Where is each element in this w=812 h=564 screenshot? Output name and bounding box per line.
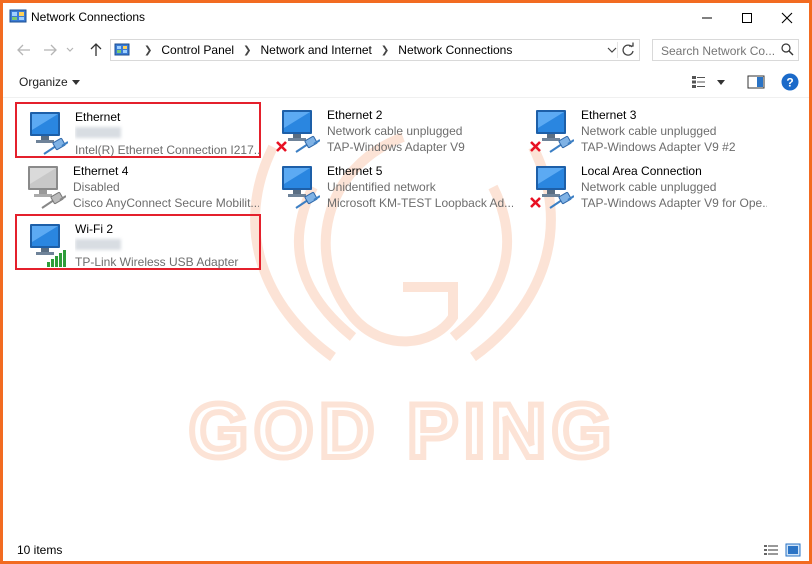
back-button[interactable]	[13, 39, 35, 61]
connection-name: Ethernet 2	[327, 108, 383, 122]
large-icons-view-icon[interactable]	[785, 543, 801, 557]
command-bar-right: ?	[691, 73, 799, 91]
network-adapter-icon	[282, 166, 320, 209]
connection-text: Wi-Fi 2 TP-Link Wireless USB Adapter	[75, 221, 261, 270]
connection-text: Ethernet 3 Network cable unplugged TAP-W…	[581, 107, 767, 155]
connection-adapter: Intel(R) Ethernet Connection I217...	[75, 143, 261, 157]
connection-adapter: TAP-Windows Adapter V9 for Ope...	[581, 196, 767, 210]
connection-item[interactable]: Ethernet 2 Network cable unplugged TAP-W…	[269, 102, 515, 158]
unplugged-x-icon	[276, 141, 287, 152]
breadcrumb-control-panel[interactable]: Control Panel	[161, 43, 234, 57]
connection-status-redacted	[75, 125, 261, 142]
title-bar: Network Connections	[3, 3, 809, 33]
caret-down-icon	[71, 79, 80, 85]
connection-name: Ethernet 3	[581, 108, 637, 122]
connection-item[interactable]: Local Area Connection Network cable unpl…	[523, 158, 769, 214]
close-button[interactable]	[769, 3, 805, 33]
help-icon[interactable]: ?	[781, 73, 799, 91]
minimize-icon	[702, 17, 712, 19]
svg-text:?: ?	[786, 76, 793, 90]
status-bar: 10 items	[3, 539, 809, 561]
connection-status: Network cable unplugged	[581, 180, 717, 194]
network-adapter-icon	[530, 166, 574, 209]
connection-status: Unidentified network	[327, 180, 436, 194]
connection-name: Wi-Fi 2	[75, 222, 113, 236]
network-connections-icon	[9, 9, 27, 23]
arrow-up-icon	[90, 43, 102, 56]
connection-status: Disabled	[73, 180, 120, 194]
chevron-down-icon	[66, 47, 74, 52]
connection-item[interactable]: Ethernet 4 Disabled Cisco AnyConnect Sec…	[15, 158, 261, 214]
connection-adapter: TP-Link Wireless USB Adapter	[75, 255, 239, 269]
watermark-text: GOD PING	[189, 389, 617, 474]
caret-down-icon[interactable]	[717, 79, 725, 85]
explorer-window: Network Connections ❯ Control Panel ❯ Ne…	[0, 0, 812, 564]
connection-adapter: Cisco AnyConnect Secure Mobilit...	[73, 196, 259, 210]
navigation-bar: ❯ Control Panel ❯ Network and Internet ❯…	[3, 35, 809, 65]
recent-locations-button[interactable]	[63, 39, 77, 61]
preview-pane-icon[interactable]	[747, 75, 765, 89]
refresh-icon[interactable]	[617, 42, 636, 58]
connection-name: Ethernet 5	[327, 164, 383, 178]
connection-text: Ethernet 5 Unidentified network Microsof…	[327, 163, 513, 211]
unplugged-x-icon	[530, 141, 541, 152]
connection-adapter: Microsoft KM-TEST Loopback Ad...	[327, 196, 513, 210]
address-bar[interactable]: ❯ Control Panel ❯ Network and Internet ❯…	[110, 39, 640, 61]
address-history-chevron-icon[interactable]	[607, 43, 617, 57]
breadcrumb-network-and-internet[interactable]: Network and Internet	[261, 43, 372, 57]
network-adapter-icon	[530, 110, 574, 153]
connection-name: Ethernet	[75, 110, 121, 124]
organize-menu-button[interactable]: Organize	[19, 75, 80, 89]
minimize-button[interactable]	[689, 3, 725, 33]
search-icon	[781, 43, 794, 56]
maximize-button[interactable]	[729, 3, 765, 33]
forward-button[interactable]	[39, 39, 61, 61]
arrow-right-icon	[44, 44, 57, 56]
connection-status: Network cable unplugged	[581, 124, 717, 138]
connection-text: Ethernet 2 Network cable unplugged TAP-W…	[327, 107, 513, 155]
connection-name: Local Area Connection	[581, 164, 702, 178]
breadcrumb-network-connections[interactable]: Network Connections	[398, 43, 512, 57]
control-panel-icon	[114, 43, 130, 56]
breadcrumb-separator-icon[interactable]: ❯	[144, 45, 152, 56]
connection-item[interactable]: Ethernet 3 Network cable unplugged TAP-W…	[523, 102, 769, 158]
connections-view[interactable]: GOD PING Ethernet Intel(R) Ethernet Conn…	[3, 99, 809, 539]
connection-name: Ethernet 4	[73, 164, 129, 178]
connection-adapter: TAP-Windows Adapter V9	[327, 140, 465, 154]
organize-label: Organize	[19, 75, 68, 89]
search-box[interactable]	[652, 39, 799, 61]
breadcrumb-separator-icon[interactable]: ❯	[243, 45, 251, 56]
unplugged-x-icon	[530, 197, 541, 208]
item-count: 10 items	[17, 543, 63, 557]
connection-text: Ethernet Intel(R) Ethernet Connection I2…	[75, 109, 261, 158]
connection-item[interactable]: Wi-Fi 2 TP-Link Wireless USB Adapter	[15, 214, 261, 270]
connection-status-redacted	[75, 237, 261, 254]
connection-adapter: TAP-Windows Adapter V9 #2	[581, 140, 736, 154]
network-adapter-icon	[30, 224, 66, 267]
arrow-left-icon	[17, 44, 30, 56]
connection-text: Local Area Connection Network cable unpl…	[581, 163, 767, 211]
command-bar: Organize ?	[3, 69, 809, 98]
status-view-switcher	[763, 543, 801, 557]
window-title: Network Connections	[31, 10, 146, 24]
connection-item[interactable]: Ethernet 5 Unidentified network Microsof…	[269, 158, 515, 214]
connection-text: Ethernet 4 Disabled Cisco AnyConnect Sec…	[73, 163, 259, 211]
details-view-icon[interactable]	[763, 543, 779, 557]
view-options-icon[interactable]	[691, 75, 707, 89]
connection-item[interactable]: Ethernet Intel(R) Ethernet Connection I2…	[15, 102, 261, 158]
search-input[interactable]	[659, 41, 783, 61]
network-adapter-icon	[276, 110, 320, 153]
breadcrumb-separator-icon[interactable]: ❯	[381, 45, 389, 56]
up-button[interactable]	[85, 39, 107, 61]
network-adapter-icon	[30, 112, 68, 155]
close-icon	[781, 12, 793, 24]
maximize-icon	[742, 13, 752, 23]
network-adapter-icon	[28, 166, 66, 209]
connection-status: Network cable unplugged	[327, 124, 463, 138]
breadcrumb: ❯ Control Panel ❯ Network and Internet ❯…	[135, 43, 512, 57]
